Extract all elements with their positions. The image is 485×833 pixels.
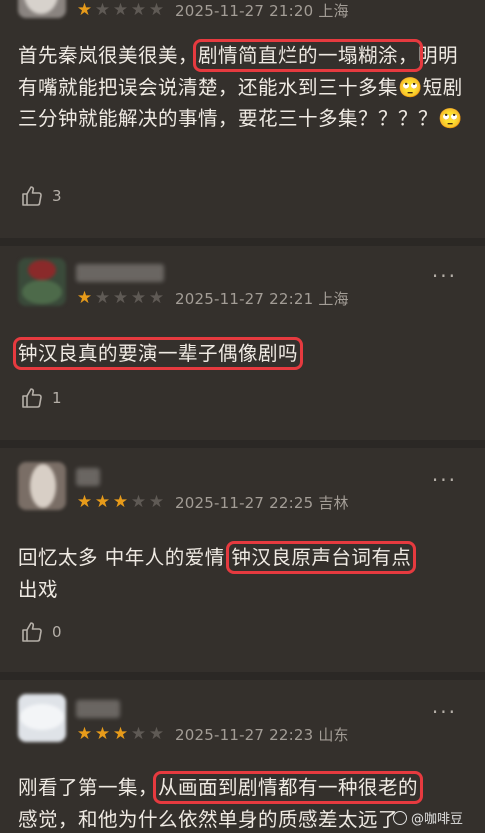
star-rating: ★ ★ ★ ★ ★ (76, 724, 165, 744)
divider (0, 672, 485, 680)
like-button[interactable]: 0 (20, 620, 62, 644)
watermark-icon (392, 811, 407, 825)
star-empty-icon: ★ (94, 288, 111, 308)
star-filled-icon: ★ (94, 724, 111, 744)
star-empty-icon: ★ (130, 492, 147, 512)
more-dots-icon[interactable]: ··· (432, 702, 457, 722)
highlighted-text: 从画面到剧情都有一种很老的 (153, 771, 424, 804)
avatar[interactable] (18, 694, 66, 742)
star-empty-icon: ★ (130, 724, 147, 744)
content-text-rest: 感觉，和他为什么依然单身的质感差太远了 (18, 807, 399, 831)
star-filled-icon: ★ (76, 0, 93, 20)
review-time: 2025-11-27 22:21 上海 (175, 289, 349, 308)
star-rating: ★ ★ ★ ★ ★ (76, 0, 165, 20)
star-empty-icon: ★ (148, 724, 165, 744)
review-meta: ★ ★ ★ ★ ★ 2025-11-27 22:25 吉林 (76, 492, 349, 512)
review-card-3: ★ ★ ★ ★ ★ 2025-11-27 22:25 吉林 ··· 回忆太多 中年人的爱… (0, 462, 485, 662)
star-rating: ★ ★ ★ ★ ★ (76, 288, 165, 308)
like-count: 3 (52, 187, 62, 205)
star-empty-icon: ★ (94, 0, 111, 20)
review-meta: ★ ★ ★ ★ ★ 2025-11-27 21:20 上海 (76, 0, 349, 20)
star-empty-icon: ★ (112, 0, 129, 20)
content-text: 首先秦岚很美很美， (18, 44, 199, 67)
star-filled-icon: ★ (112, 492, 129, 512)
star-empty-icon: ★ (148, 492, 165, 512)
review-content: 钟汉良真的要演一辈子偶像剧吗 (12, 337, 470, 370)
star-filled-icon: ★ (76, 724, 93, 744)
star-rating: ★ ★ ★ ★ ★ (76, 492, 165, 512)
highlighted-text: 剧情简直烂的一塌糊涂， (193, 39, 424, 72)
review-card-2: ★ ★ ★ ★ ★ 2025-11-27 22:21 上海 ··· 钟汉良真的要演一辈子… (0, 258, 485, 438)
username-blurred[interactable] (76, 700, 120, 718)
review-card-1: ★ ★ ★ ★ ★ 2025-11-27 21:20 上海 首先秦岚很美很美，剧情简直烂… (0, 0, 485, 240)
avatar[interactable] (18, 0, 66, 18)
thumbs-up-icon (22, 622, 42, 642)
more-dots-icon[interactable]: ··· (432, 266, 457, 286)
avatar[interactable] (18, 258, 66, 306)
review-time: 2025-11-27 22:25 吉林 (175, 493, 349, 512)
review-content: 首先秦岚很美很美，剧情简直烂的一塌糊涂，明明有嘴就能把误会说清楚，还能水到三十多… (18, 39, 470, 135)
star-filled-icon: ★ (76, 492, 93, 512)
content-text: 回忆太多 中年人的爱情 (18, 546, 225, 569)
content-text-rest: 出戏 (18, 577, 59, 601)
like-count: 1 (52, 389, 62, 407)
thumbs-up-icon (22, 388, 42, 408)
star-empty-icon: ★ (112, 288, 129, 308)
star-filled-icon: ★ (76, 288, 93, 308)
star-empty-icon: ★ (130, 0, 147, 20)
review-content: 回忆太多 中年人的爱情 钟汉良原声台词有点 出戏 (18, 541, 470, 605)
review-meta: ★ ★ ★ ★ ★ 2025-11-27 22:21 上海 (76, 288, 349, 308)
watermark: @咖啡豆 (392, 808, 463, 827)
review-time: 2025-11-27 21:20 上海 (175, 1, 349, 20)
highlighted-text: 钟汉良真的要演一辈子偶像剧吗 (12, 337, 304, 370)
divider (0, 238, 485, 246)
more-dots-icon[interactable]: ··· (432, 470, 457, 490)
like-count: 0 (52, 623, 62, 641)
username-blurred[interactable] (76, 468, 100, 486)
avatar[interactable] (18, 462, 66, 510)
thumbs-up-icon (22, 186, 42, 206)
highlighted-text: 钟汉良原声台词有点 (226, 541, 417, 574)
like-button[interactable]: 3 (20, 184, 62, 208)
star-empty-icon: ★ (148, 0, 165, 20)
username-blurred[interactable] (76, 264, 164, 282)
star-filled-icon: ★ (112, 724, 129, 744)
review-meta: ★ ★ ★ ★ ★ 2025-11-27 22:23 山东 (76, 724, 349, 744)
review-time: 2025-11-27 22:23 山东 (175, 725, 349, 744)
star-empty-icon: ★ (130, 288, 147, 308)
star-empty-icon: ★ (148, 288, 165, 308)
like-button[interactable]: 1 (20, 386, 62, 410)
star-filled-icon: ★ (94, 492, 111, 512)
content-text: 刚看了第一集， (18, 776, 159, 799)
divider (0, 440, 485, 448)
